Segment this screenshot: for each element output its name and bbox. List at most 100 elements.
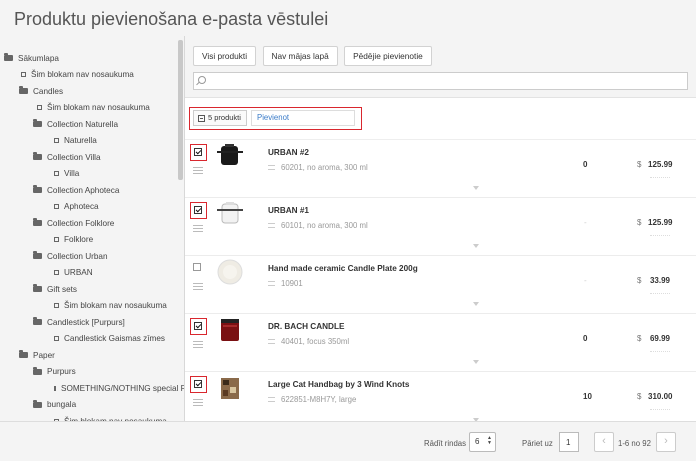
goto-page-label: Pāriet uz xyxy=(522,439,553,448)
sidebar-item[interactable]: Šim blokam nav nosaukuma xyxy=(0,298,184,315)
sidebar-item[interactable]: Aphoteca xyxy=(0,199,184,216)
next-page-button[interactable]: › xyxy=(656,432,676,452)
product-row[interactable]: Hand made ceramic Candle Plate 200g 10901… xyxy=(185,256,696,314)
folder-icon xyxy=(33,119,42,128)
product-thumbnail xyxy=(212,317,248,343)
product-checkbox[interactable] xyxy=(194,380,202,388)
product-thumbnail xyxy=(212,375,248,401)
product-checkbox[interactable] xyxy=(194,206,202,214)
drag-handle-icon[interactable] xyxy=(193,225,203,232)
checkbox-highlight xyxy=(190,376,207,393)
price-divider xyxy=(650,235,670,236)
rows-per-page-value: 6 xyxy=(475,437,480,446)
folder-icon xyxy=(19,350,28,359)
page-icon xyxy=(54,138,59,144)
sidebar-item[interactable]: Candlestick [Purpurs] xyxy=(0,314,184,331)
search-input[interactable] xyxy=(193,72,688,90)
category-tree: Sākumlapa Šim blokam nav nosaukuma Candles… xyxy=(0,36,185,421)
sidebar-item[interactable]: Šim blokam nav nosaukuma xyxy=(0,413,184,421)
expand-arrow-icon[interactable] xyxy=(473,360,479,364)
sidebar-item[interactable]: Villa xyxy=(0,166,184,183)
product-list: URBAN #2 60201, no aroma, 300 ml 0 $125.99 U… xyxy=(185,140,696,421)
sidebar-item-label: Collection Urban xyxy=(47,251,108,261)
selection-highlight: 5 produkti Pievienot xyxy=(189,107,362,130)
sidebar-item[interactable]: Collection Naturella xyxy=(0,116,184,133)
product-qty: 10 xyxy=(583,392,592,401)
product-row[interactable]: DR. BACH CANDLE 40401, focus 350ml 0 $69.99 xyxy=(185,314,696,372)
product-qty: 0 xyxy=(583,160,588,169)
page-icon xyxy=(54,237,59,243)
sidebar-item[interactable]: Collection Urban xyxy=(0,248,184,265)
expand-arrow-icon[interactable] xyxy=(473,244,479,248)
sidebar-item-label: Šim blokam nav nosaukuma xyxy=(31,70,134,80)
variant-icon xyxy=(268,397,275,402)
tab-recently-added[interactable]: Pēdējie pievienotie xyxy=(344,46,432,66)
product-name: URBAN #2 xyxy=(268,148,309,157)
product-checkbox[interactable] xyxy=(193,263,201,271)
sidebar-item[interactable]: Candlestick Gaismas zīmes xyxy=(0,331,184,348)
drag-handle-icon[interactable] xyxy=(193,167,203,174)
sidebar-item[interactable]: Candles xyxy=(0,83,184,100)
sidebar-item[interactable]: Naturella xyxy=(0,133,184,150)
sidebar-item[interactable]: bungala xyxy=(0,397,184,414)
product-price: 125.99 xyxy=(648,218,673,227)
sidebar-item[interactable]: SOMETHING/NOTHING special Rec xyxy=(0,380,184,397)
sidebar-item-label: Naturella xyxy=(64,136,97,146)
sidebar-item[interactable]: Collection Aphoteca xyxy=(0,182,184,199)
sidebar-item-label: Collection Naturella xyxy=(47,119,118,129)
folder-icon xyxy=(33,317,42,326)
product-checkbox[interactable] xyxy=(194,148,202,156)
sidebar-item[interactable]: Šim blokam nav nosaukuma xyxy=(0,67,184,84)
price-currency: $ xyxy=(637,334,642,343)
chevron-right-icon: › xyxy=(664,435,668,447)
drag-handle-icon[interactable] xyxy=(193,399,203,406)
price-currency: $ xyxy=(637,392,642,401)
drag-handle-icon[interactable] xyxy=(193,341,203,348)
checkbox-highlight xyxy=(190,318,207,335)
goto-page-input[interactable]: 1 xyxy=(559,432,579,452)
product-row[interactable]: URBAN #2 60201, no aroma, 300 ml 0 $125.99 xyxy=(185,140,696,198)
product-checkbox[interactable] xyxy=(194,322,202,330)
sidebar-scrollbar[interactable] xyxy=(178,40,183,180)
product-row[interactable]: Large Cat Handbag by 3 Wind Knots 622851-… xyxy=(185,372,696,421)
sidebar-item[interactable]: Paper xyxy=(0,347,184,364)
sidebar-item[interactable]: Šim blokam nav nosaukuma xyxy=(0,100,184,117)
product-name: Hand made ceramic Candle Plate 200g xyxy=(268,264,418,273)
sidebar-item[interactable]: Gift sets xyxy=(0,281,184,298)
sidebar-item[interactable]: Sākumlapa xyxy=(0,50,184,67)
product-description: 40401, focus 350ml xyxy=(268,337,349,346)
sidebar-item[interactable]: Collection Folklore xyxy=(0,215,184,232)
selected-count-label: 5 produkti xyxy=(208,113,241,122)
product-description: 60201, no aroma, 300 ml xyxy=(268,163,368,172)
sidebar-item[interactable]: Folklore xyxy=(0,232,184,249)
tab-all-products[interactable]: Visi produkti xyxy=(193,46,257,66)
price-divider xyxy=(650,351,670,352)
product-name: Large Cat Handbag by 3 Wind Knots xyxy=(268,380,410,389)
page-title: Produktu pievienošana e-pasta vēstulei xyxy=(14,9,329,29)
add-button[interactable]: Pievienot xyxy=(251,110,355,126)
product-qty: - xyxy=(584,218,587,227)
sidebar-item[interactable]: Collection Villa xyxy=(0,149,184,166)
sidebar-item-label: Purpurs xyxy=(47,367,76,377)
expand-arrow-icon[interactable] xyxy=(473,302,479,306)
expand-arrow-icon[interactable] xyxy=(473,186,479,190)
folder-icon xyxy=(33,366,42,375)
product-thumbnail xyxy=(212,143,248,169)
sidebar-item-label: Collection Aphoteca xyxy=(47,185,120,195)
product-row[interactable]: URBAN #1 60101, no aroma, 300 ml - $125.99 xyxy=(185,198,696,256)
folder-icon xyxy=(33,185,42,194)
sidebar-item[interactable]: URBAN xyxy=(0,265,184,282)
page-icon xyxy=(54,204,59,210)
tab-not-on-homepage[interactable]: Nav mājas lapā xyxy=(262,46,338,66)
filter-toolbar: Visi produkti Nav mājas lapā Pēdējie pie… xyxy=(185,36,696,98)
search-icon xyxy=(198,76,206,84)
drag-handle-icon[interactable] xyxy=(193,283,203,290)
rows-per-page-select[interactable]: 6 ▲ ▼ xyxy=(469,432,496,452)
sidebar-item[interactable]: Purpurs xyxy=(0,364,184,381)
pagination-footer: Rādīt rindas 6 ▲ ▼ Pāriet uz 1 ‹ 1-6 no 9… xyxy=(0,421,696,461)
variant-icon xyxy=(268,223,275,228)
selected-count-button[interactable]: 5 produkti xyxy=(193,110,247,126)
select-arrows-icon: ▲ ▼ xyxy=(487,435,492,446)
sidebar-item-label: Aphoteca xyxy=(64,202,99,212)
prev-page-button[interactable]: ‹ xyxy=(594,432,614,452)
